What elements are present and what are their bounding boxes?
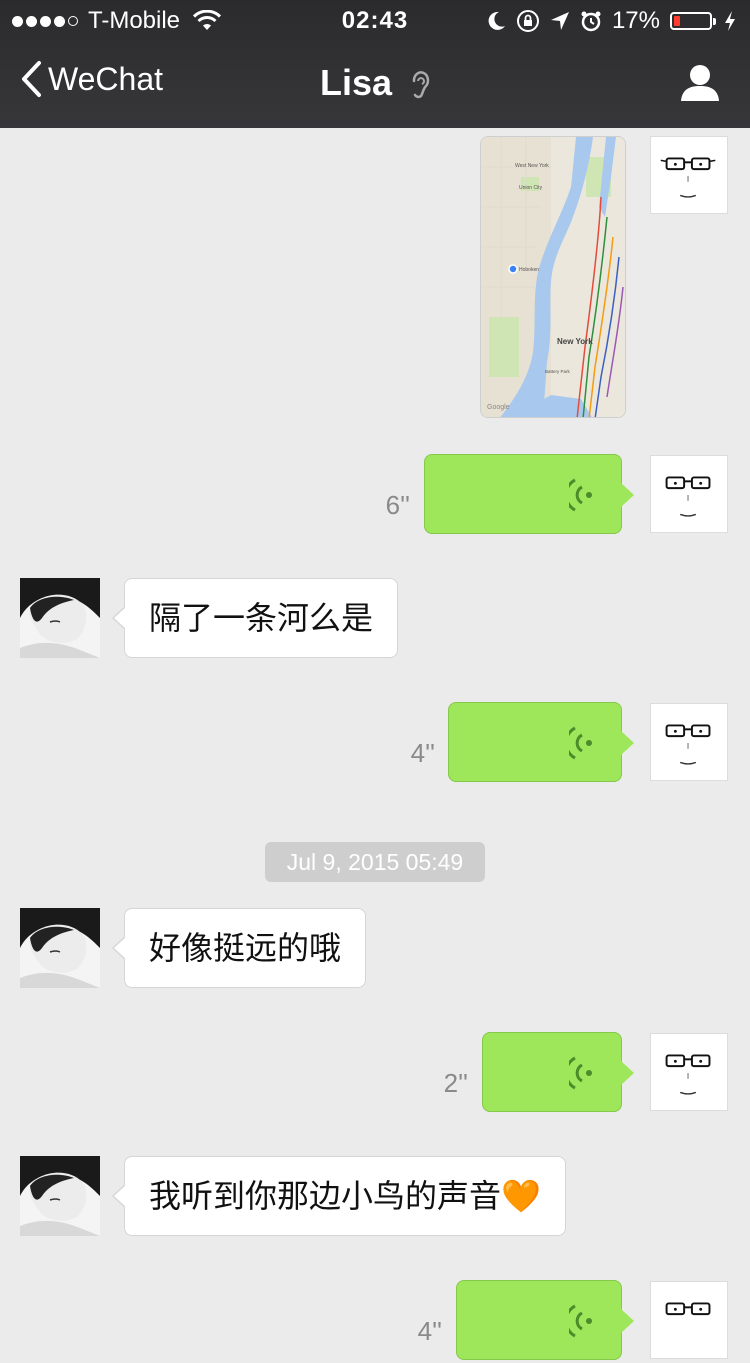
contact-profile-button[interactable] bbox=[680, 64, 720, 107]
status-right: 17% bbox=[486, 7, 736, 35]
sketch-face-icon bbox=[665, 724, 711, 765]
contact-photo bbox=[20, 578, 100, 658]
voice-wave-icon bbox=[569, 1056, 592, 1090]
person-icon bbox=[681, 65, 719, 101]
map-label-west-new-york: West New York bbox=[515, 163, 549, 169]
status-bar: T-Mobile 02:43 17% bbox=[0, 0, 750, 40]
incoming-text-bubble[interactable]: 好像挺远的哦 bbox=[111, 908, 367, 988]
map-label-battery-park: Battery Park bbox=[545, 369, 571, 374]
voice-duration: 2'' bbox=[443, 1068, 468, 1098]
voice-message-bubble[interactable] bbox=[456, 1280, 634, 1360]
message-timestamp: Jul 9, 2015 05:49 bbox=[265, 842, 485, 882]
contact-avatar[interactable] bbox=[20, 578, 100, 658]
moon-icon bbox=[488, 11, 505, 30]
voice-wave-icon bbox=[569, 478, 592, 512]
top-bar: T-Mobile 02:43 17% WeChat Lisa bbox=[0, 0, 750, 128]
voice-duration: 6'' bbox=[385, 490, 410, 520]
battery-percent: 17% bbox=[611, 7, 660, 34]
sketch-face-icon bbox=[660, 157, 716, 198]
my-avatar[interactable] bbox=[650, 455, 728, 533]
battery-icon bbox=[670, 12, 716, 30]
battery-fill bbox=[674, 16, 680, 26]
contact-avatar[interactable] bbox=[20, 908, 100, 988]
charging-icon bbox=[725, 11, 735, 31]
chat-title: Lisa bbox=[0, 62, 750, 104]
incoming-text-bubble[interactable]: 隔了一条河么是 bbox=[111, 578, 399, 658]
my-avatar[interactable] bbox=[650, 1033, 728, 1111]
voice-message-bubble[interactable] bbox=[448, 702, 634, 782]
contact-name: Lisa bbox=[319, 62, 393, 103]
incoming-text-bubble[interactable]: 我听到你那边小鸟的声音🧡 bbox=[112, 1156, 566, 1236]
voice-message-bubble[interactable] bbox=[424, 454, 634, 534]
sketch-face-icon bbox=[665, 1302, 711, 1316]
contact-photo bbox=[20, 1156, 100, 1236]
location-map-message[interactable]: West New York Union City Hoboken New Yor… bbox=[480, 136, 626, 418]
my-avatar[interactable] bbox=[650, 1281, 728, 1359]
voice-message-bubble[interactable] bbox=[482, 1032, 634, 1112]
ear-icon bbox=[412, 71, 430, 99]
map-label-hoboken: Hoboken bbox=[519, 267, 539, 273]
sketch-face-icon bbox=[665, 1054, 711, 1095]
my-avatar[interactable] bbox=[650, 703, 728, 781]
map-label-new-york: New York bbox=[557, 337, 593, 346]
contact-avatar[interactable] bbox=[20, 1156, 100, 1236]
alarm-icon bbox=[581, 11, 601, 32]
location-icon bbox=[550, 12, 569, 30]
contact-photo bbox=[20, 908, 100, 988]
map-label-union-city: Union City bbox=[519, 185, 543, 191]
map-label-google: Google bbox=[487, 404, 510, 411]
map-thumbnail: West New York Union City Hoboken New Yor… bbox=[481, 137, 625, 417]
voice-duration: 4'' bbox=[417, 1316, 442, 1346]
navigation-bar: WeChat Lisa bbox=[0, 40, 750, 128]
sketch-face-icon bbox=[665, 476, 711, 517]
my-avatar[interactable] bbox=[650, 136, 728, 214]
rotation-lock-icon bbox=[516, 10, 539, 32]
voice-duration: 4'' bbox=[410, 738, 435, 768]
voice-wave-icon bbox=[569, 726, 592, 760]
